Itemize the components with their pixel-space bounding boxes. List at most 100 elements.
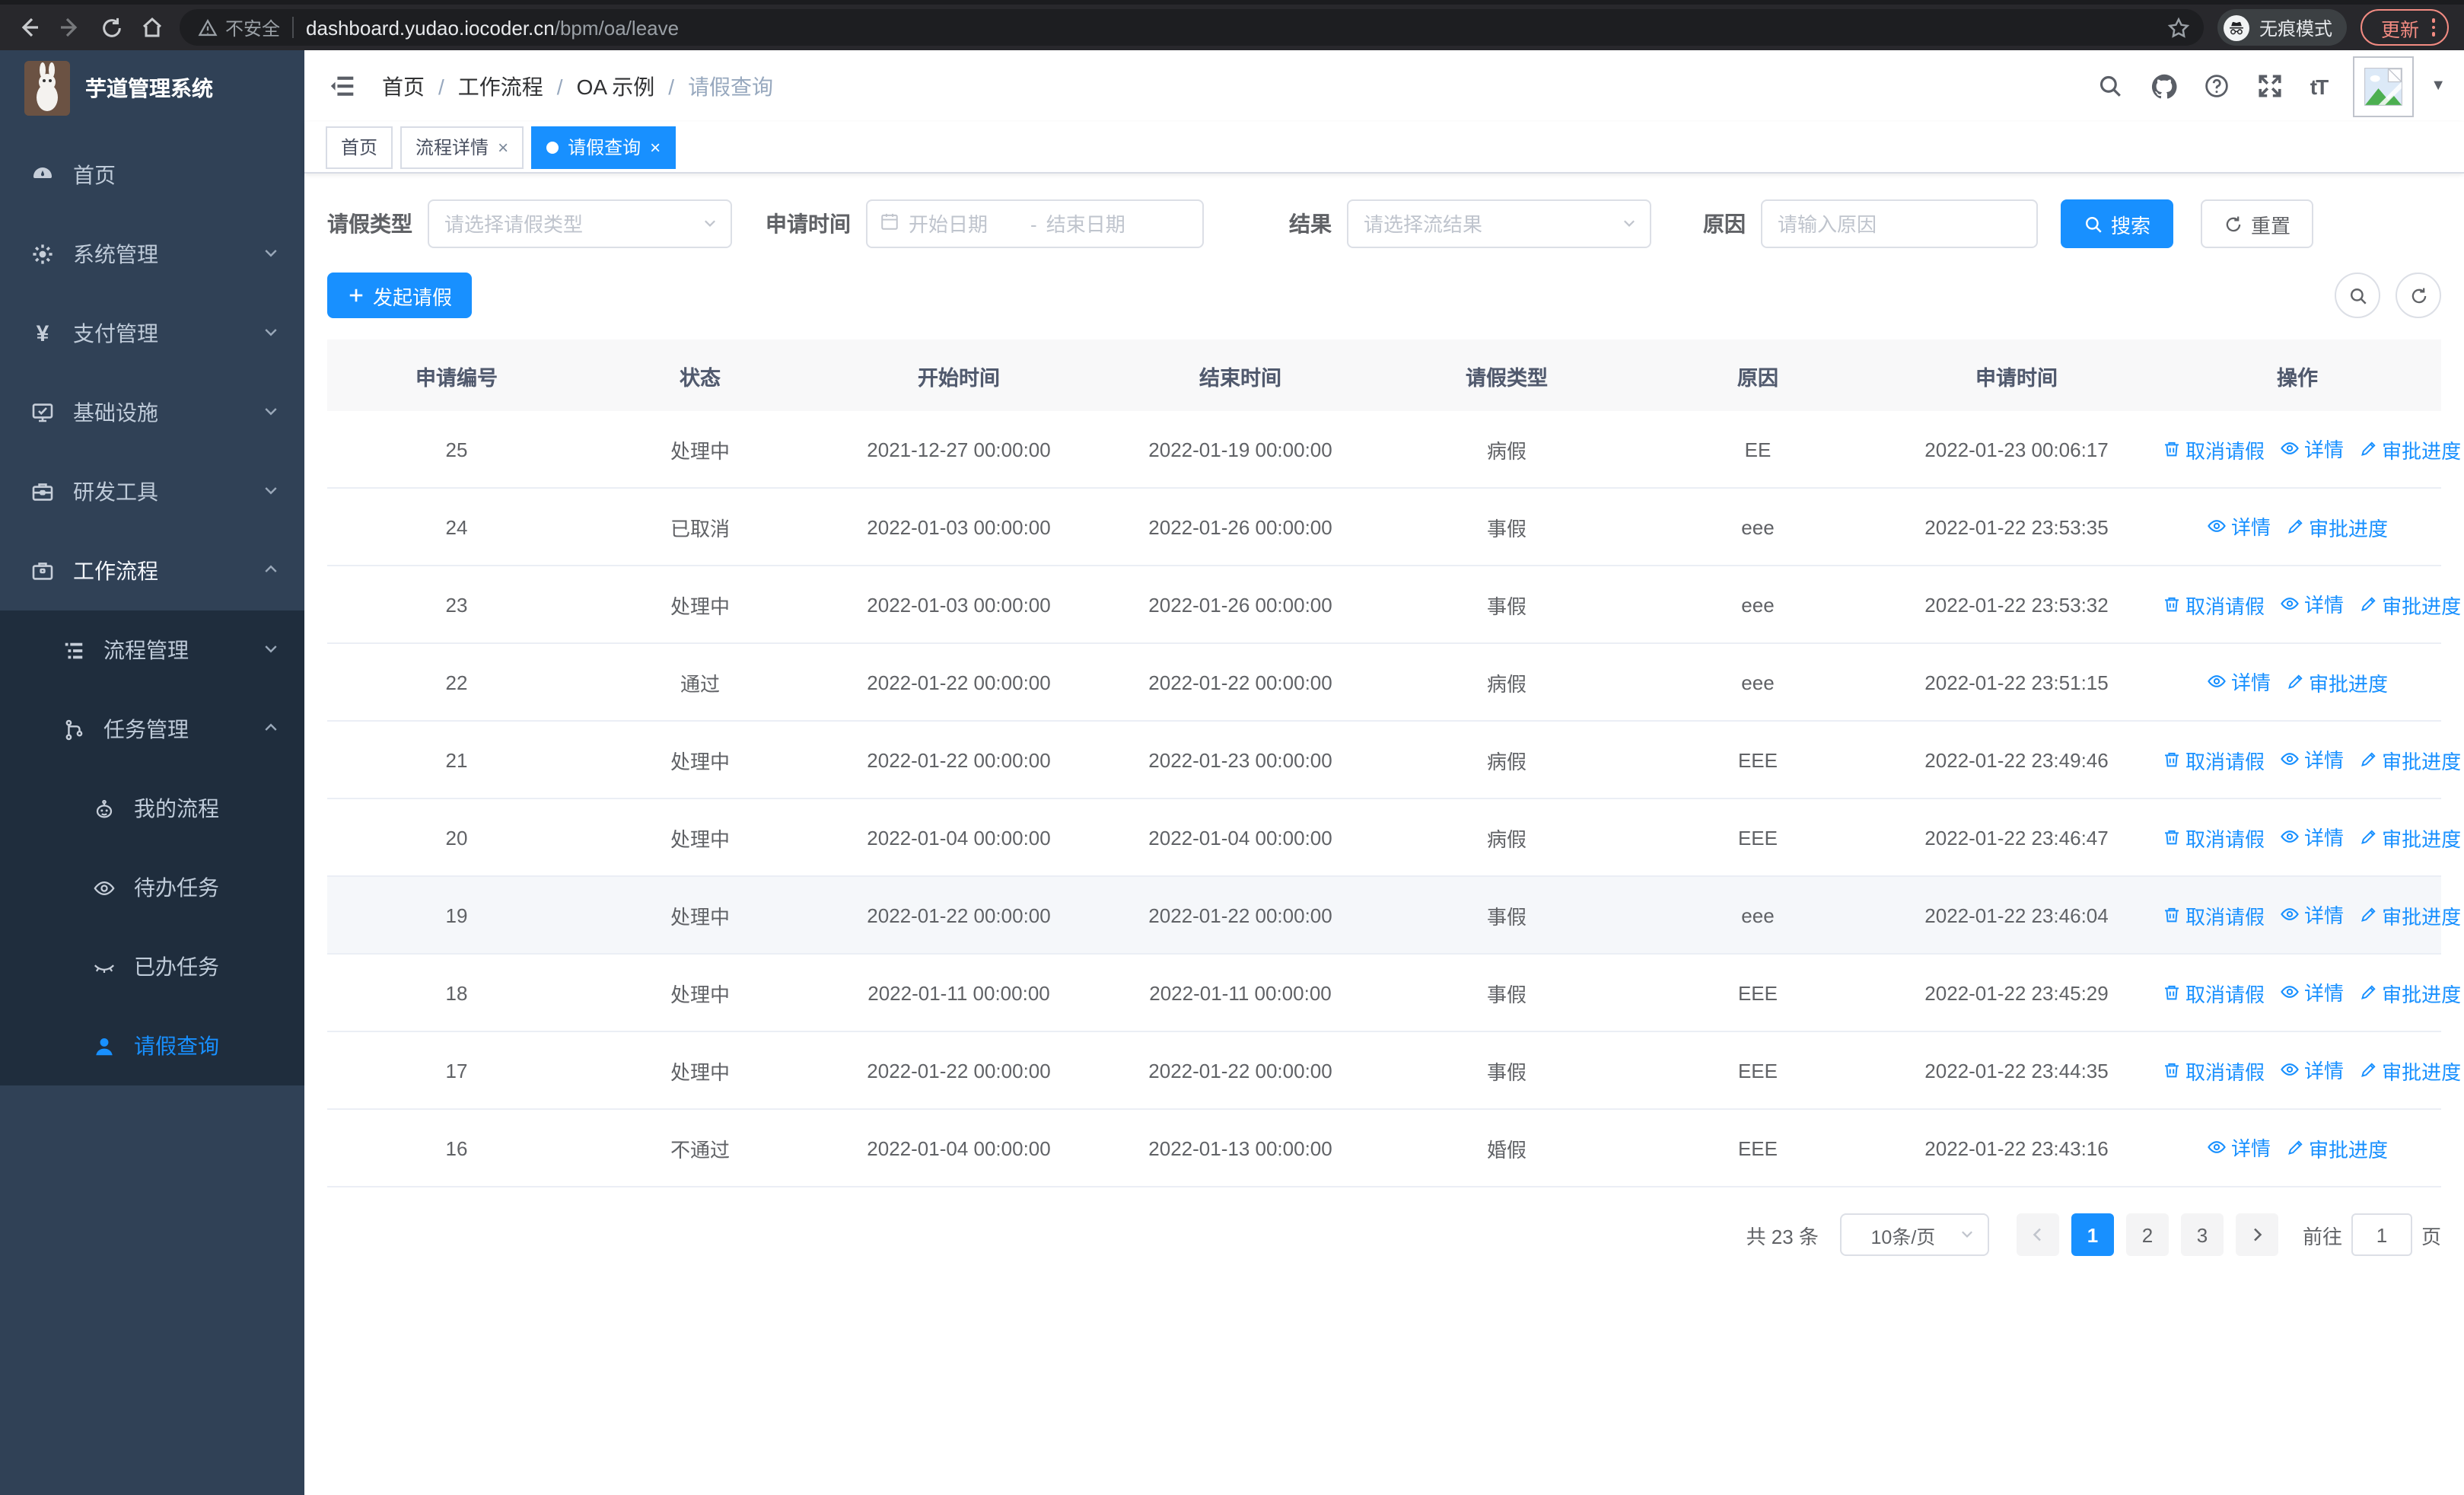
- edit-icon: [2361, 441, 2376, 457]
- sidebar-item-todo-tasks[interactable]: 待办任务: [0, 848, 304, 927]
- cell-start-time: 2021-12-27 00:00:00: [814, 411, 1103, 489]
- update-button[interactable]: 更新: [2361, 9, 2449, 46]
- tab-home[interactable]: 首页: [326, 126, 393, 168]
- reason-field[interactable]: [1761, 199, 2038, 248]
- prev-page-button[interactable]: [2016, 1213, 2059, 1256]
- avatar[interactable]: [2353, 56, 2415, 116]
- browser-menu-icon[interactable]: [2431, 18, 2435, 37]
- approval-progress-link[interactable]: 审批进度: [2359, 435, 2461, 464]
- page-size-select[interactable]: [1839, 1213, 1989, 1256]
- table-row: 23 处理中 2022-01-03 00:00:00 2022-01-26 00:00…: [327, 566, 2461, 644]
- robot-icon: [91, 796, 116, 821]
- apply-time-range[interactable]: -: [866, 199, 1204, 248]
- sidebar-item-done-tasks[interactable]: 已办任务: [0, 927, 304, 1006]
- approval-progress-link[interactable]: 审批进度: [2286, 668, 2388, 697]
- browser-home-icon[interactable]: [138, 14, 166, 41]
- leave-type-select[interactable]: [428, 199, 732, 248]
- not-secure-warning[interactable]: 不安全: [198, 14, 280, 40]
- result-input[interactable]: [1361, 211, 1615, 237]
- page-size-input[interactable]: [1853, 1222, 1953, 1247]
- cancel-leave-link[interactable]: 取消请假: [2163, 746, 2265, 775]
- help-icon[interactable]: [2204, 72, 2231, 100]
- page-button[interactable]: 1: [2071, 1213, 2114, 1256]
- start-date-input[interactable]: [906, 211, 1024, 237]
- sidebar-item-my-process[interactable]: 我的流程: [0, 769, 304, 848]
- cancel-leave-link[interactable]: 取消请假: [2163, 901, 2265, 930]
- detail-link[interactable]: 详情: [2280, 978, 2344, 1007]
- fullscreen-icon[interactable]: [2257, 72, 2284, 100]
- detail-link[interactable]: 详情: [2207, 668, 2271, 696]
- leave-type-input[interactable]: [441, 211, 696, 237]
- breadcrumb-workflow[interactable]: 工作流程: [458, 71, 543, 101]
- detail-link[interactable]: 详情: [2207, 512, 2271, 541]
- browser-back-icon[interactable]: [15, 14, 43, 41]
- bookmark-star-icon[interactable]: [2165, 14, 2192, 41]
- sidebar-item-process-management[interactable]: 流程管理: [0, 610, 304, 690]
- sidebar-item-payment[interactable]: ¥ 支付管理: [0, 294, 304, 373]
- cancel-leave-link[interactable]: 取消请假: [2163, 1057, 2265, 1085]
- goto-page-input[interactable]: [2351, 1213, 2412, 1256]
- detail-link[interactable]: 详情: [2280, 745, 2344, 774]
- browser-forward-icon[interactable]: [56, 14, 84, 41]
- detail-link[interactable]: 详情: [2280, 1056, 2344, 1085]
- sidebar-item-devtools[interactable]: 研发工具: [0, 452, 304, 531]
- github-icon[interactable]: [2150, 72, 2178, 100]
- approval-progress-link[interactable]: 审批进度: [2286, 513, 2388, 542]
- close-icon[interactable]: ×: [498, 136, 508, 158]
- font-size-icon[interactable]: tT: [2310, 74, 2329, 98]
- view-icon: [2208, 1141, 2226, 1154]
- sidebar-item-system[interactable]: 系统管理: [0, 215, 304, 294]
- create-leave-button[interactable]: 发起请假: [327, 273, 473, 318]
- cell-status: 处理中: [586, 876, 814, 955]
- detail-link[interactable]: 详情: [2280, 901, 2344, 929]
- tab-process-detail[interactable]: 流程详情 ×: [400, 126, 524, 168]
- breadcrumb-oa-example[interactable]: OA 示例: [577, 71, 655, 101]
- reset-button[interactable]: 重置: [2201, 199, 2314, 248]
- reason-input[interactable]: [1775, 211, 2024, 237]
- breadcrumb-home[interactable]: 首页: [382, 71, 425, 101]
- approval-progress-link[interactable]: 审批进度: [2359, 1057, 2461, 1085]
- approval-progress-link[interactable]: 审批进度: [2359, 901, 2461, 930]
- table-row: 19 处理中 2022-01-22 00:00:00 2022-01-22 00:00…: [327, 876, 2461, 955]
- browser-reload-icon[interactable]: [97, 14, 125, 41]
- browser-address-bar[interactable]: 不安全 dashboard.yudao.iocoder.cn/bpm/oa/le…: [180, 9, 2205, 46]
- chevron-up-icon: [262, 559, 280, 583]
- sidebar-item-workflow[interactable]: 工作流程: [0, 531, 304, 610]
- toggle-search-button[interactable]: [2335, 273, 2380, 318]
- cell-start-time: 2022-01-22 00:00:00: [814, 643, 1103, 722]
- cancel-leave-link[interactable]: 取消请假: [2163, 824, 2265, 853]
- delete-icon: [2165, 753, 2179, 767]
- detail-link[interactable]: 详情: [2207, 1133, 2271, 1162]
- search-button[interactable]: 搜索: [2061, 199, 2174, 248]
- approval-progress-link[interactable]: 审批进度: [2359, 591, 2461, 620]
- cell-id: 17: [327, 1031, 586, 1110]
- sidebar-item-home[interactable]: 首页: [0, 135, 304, 215]
- tab-leave-query[interactable]: 请假查询 ×: [531, 126, 676, 168]
- approval-progress-link[interactable]: 审批进度: [2359, 979, 2461, 1008]
- detail-link[interactable]: 详情: [2280, 435, 2344, 464]
- cancel-leave-link[interactable]: 取消请假: [2163, 979, 2265, 1008]
- cell-leave-type: 事假: [1377, 954, 1636, 1032]
- sidebar-item-task-management[interactable]: 任务管理: [0, 690, 304, 769]
- close-icon[interactable]: ×: [650, 136, 661, 158]
- approval-progress-link[interactable]: 审批进度: [2359, 824, 2461, 853]
- approval-progress-link[interactable]: 审批进度: [2359, 746, 2461, 775]
- detail-link[interactable]: 详情: [2280, 823, 2344, 852]
- result-select[interactable]: [1347, 199, 1651, 248]
- search-icon[interactable]: [2097, 72, 2125, 100]
- sidebar-collapse-icon[interactable]: [327, 71, 358, 101]
- approval-progress-link[interactable]: 审批进度: [2286, 1134, 2388, 1163]
- page-button[interactable]: 3: [2180, 1213, 2224, 1256]
- end-date-input[interactable]: [1043, 211, 1162, 237]
- sidebar-item-infrastructure[interactable]: 基础设施: [0, 373, 304, 452]
- next-page-button[interactable]: [2235, 1213, 2278, 1256]
- refresh-table-button[interactable]: [2396, 273, 2441, 318]
- sidebar-item-leave-query[interactable]: 请假查询: [0, 1006, 304, 1085]
- cell-actions: 取消请假 详情 审批进度: [2154, 876, 2461, 955]
- cancel-leave-link[interactable]: 取消请假: [2163, 591, 2265, 620]
- avatar-caret-icon[interactable]: ▼: [2431, 78, 2446, 94]
- page-button[interactable]: 2: [2125, 1213, 2169, 1256]
- cancel-leave-link[interactable]: 取消请假: [2163, 435, 2265, 464]
- cell-end-time: 2022-01-22 00:00:00: [1103, 1031, 1377, 1110]
- detail-link[interactable]: 详情: [2280, 590, 2344, 619]
